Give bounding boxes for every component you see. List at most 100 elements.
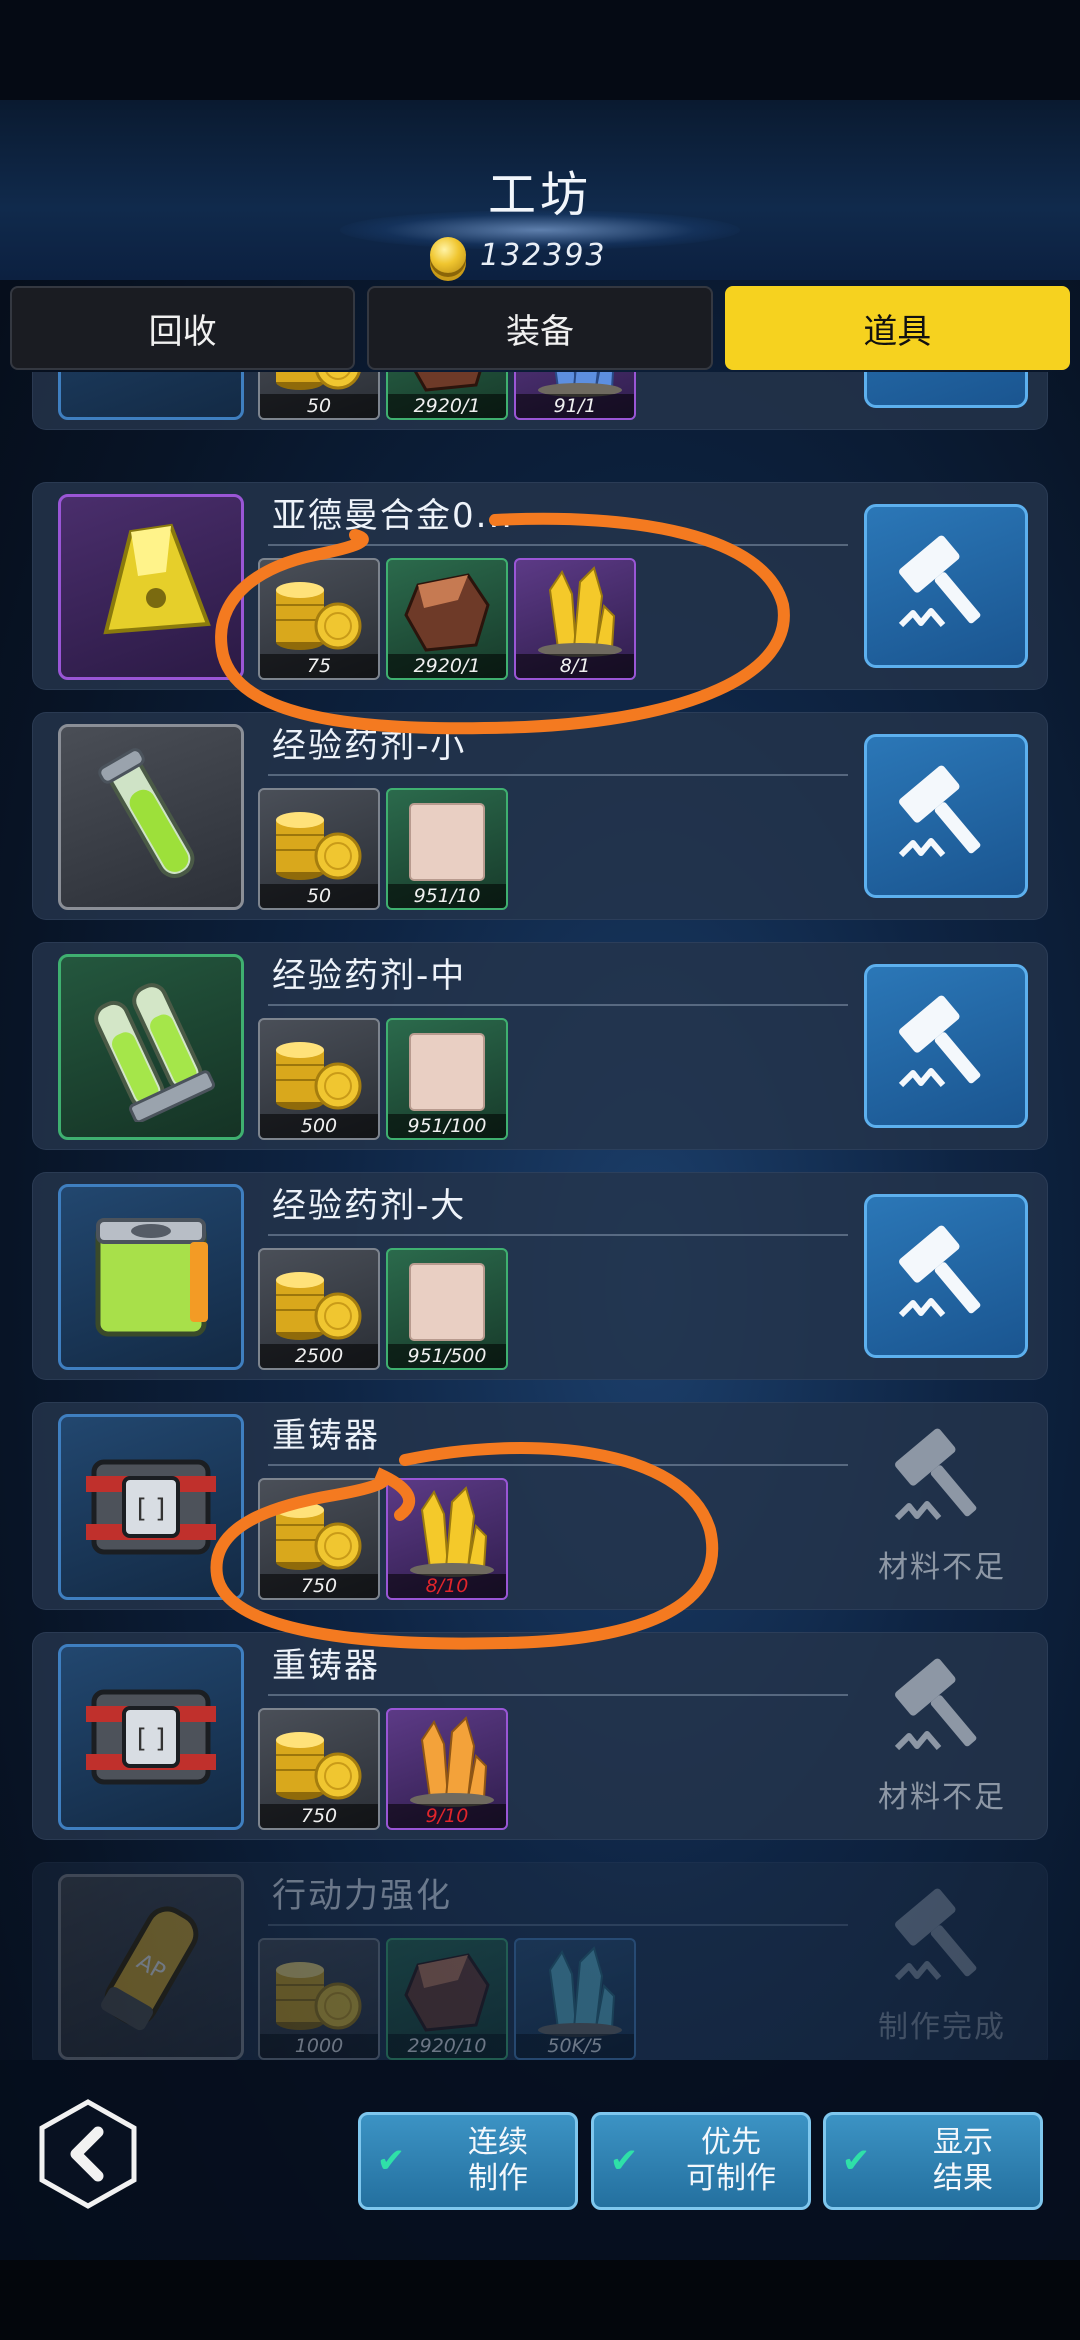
material-count: 2920/10 [388,2034,506,2058]
craft-status-label: 制作完成 [878,2010,1006,2045]
coin-material-icon[interactable]: 50 [258,372,380,420]
hammer-icon [891,1219,1001,1333]
tab-equipment[interactable]: 装备 [367,286,713,370]
divider [268,1694,848,1696]
hammer-icon [891,759,1001,873]
option-label-line1: 优先 [701,2125,761,2160]
craft-button[interactable] [864,964,1028,1128]
material-count: 50K/5 [516,2034,634,2058]
material-count: 91/1 [516,394,634,418]
svg-text:[ ]: [ ] [137,1494,166,1524]
status-bar [0,0,1080,100]
nav-bar [0,2260,1080,2340]
recipe-row[interactable]: 经验药剂-中 500 951/100 [32,942,1048,1150]
exp-potion-large-icon[interactable] [58,1184,244,1370]
craft-button[interactable] [864,734,1028,898]
recipe-row[interactable]: [ ] 重铸器 750 9/10 材料不足 [32,1632,1048,1840]
material-count: 2920/1 [388,654,506,678]
coin-material-icon[interactable]: 750 [258,1478,380,1600]
craft-status-label: 材料不足 [878,1550,1006,1585]
ore-material-icon[interactable]: 2920/10 [386,1938,508,2060]
hammer-icon [891,989,1001,1103]
ap-booster-icon[interactable]: AP [58,1874,244,2060]
recipe-list[interactable]: 50 2920/1 91/1 亚德曼合金0... 75 2920/1 8/1 经验药剂-小 50… [0,372,1080,2060]
recipe-name: 行动力强化 [272,1876,452,1916]
checkmark-icon: ✔ [376,2141,406,2181]
back-button[interactable] [36,2098,140,2210]
option-show-result[interactable]: ✔ 显示 结果 [823,2112,1043,2210]
tab-items[interactable]: 道具 [724,286,1070,370]
crystal-teal-material-icon[interactable]: 50K/5 [514,1938,636,2060]
material-count: 75 [260,654,378,678]
coin-material-icon[interactable]: 500 [258,1018,380,1140]
cube-material-icon[interactable]: 951/500 [386,1248,508,1370]
material-list: 75 2920/1 8/1 [258,558,636,680]
craft-button[interactable] [864,1194,1028,1358]
material-count: 750 [260,1804,378,1828]
alloy-ingot-icon[interactable] [58,494,244,680]
material-count: 750 [260,1574,378,1598]
recipe-row[interactable]: AP 行动力强化 1000 2920/10 50K/5 制作完成 [32,1862,1048,2060]
coin-material-icon[interactable]: 50 [258,788,380,910]
hammer-icon [887,1882,997,1996]
craft-status-label: 材料不足 [878,1780,1006,1815]
option-label-line1: 显示 [933,2125,993,2160]
cube-material-icon[interactable]: 951/100 [386,1018,508,1140]
recipe-name: 经验药剂-小 [272,726,467,766]
ore-material-icon[interactable]: 2920/1 [386,372,508,420]
divider [268,1924,848,1926]
recipe-name: 经验药剂-中 [272,956,467,996]
crystal-yellow-material-icon[interactable]: 8/1 [514,558,636,680]
material-count: 951/500 [388,1344,506,1368]
material-count: 50 [260,394,378,418]
cube-material-icon[interactable]: 951/10 [386,788,508,910]
recipe-name: 经验药剂-大 [272,1186,467,1226]
recipe-name: 重铸器 [272,1646,380,1686]
ore-material-icon[interactable]: 2920/1 [386,558,508,680]
back-arrow-icon [39,2099,137,2209]
craft-button[interactable] [864,372,1028,408]
hammer-icon [891,529,1001,643]
reforger-icon[interactable]: [ ] [58,1414,244,1600]
crystal-item-icon[interactable] [58,372,244,420]
material-list: 50 951/10 [258,788,508,910]
material-count: 2500 [260,1344,378,1368]
material-list: 750 9/10 [258,1708,508,1830]
hammer-icon [891,372,1001,383]
tab-recycle[interactable]: 回收 [10,286,356,370]
divider [268,1004,848,1006]
option-priority-craftable[interactable]: ✔ 优先 可制作 [591,2112,811,2210]
option-label-line2: 制作 [468,2161,528,2196]
craft-button-disabled: 材料不足 [832,1652,1052,1822]
craft-done-indicator: 制作完成 [832,1882,1052,2052]
material-list: 750 8/10 [258,1478,508,1600]
coin-material-icon[interactable]: 2500 [258,1248,380,1370]
craft-button[interactable] [864,504,1028,668]
recipe-row[interactable]: 经验药剂-小 50 951/10 [32,712,1048,920]
exp-potion-small-icon[interactable] [58,724,244,910]
option-continuous-craft[interactable]: ✔ 连续 制作 [358,2112,578,2210]
exp-potion-medium-icon[interactable] [58,954,244,1140]
crystal-blue-material-icon[interactable]: 91/1 [514,372,636,420]
crystal-yellow-material-icon[interactable]: 8/10 [386,1478,508,1600]
recipe-row[interactable]: 亚德曼合金0... 75 2920/1 8/1 [32,482,1048,690]
divider [268,1464,848,1466]
coin-material-icon[interactable]: 1000 [258,1938,380,2060]
material-list: 2500 951/500 [258,1248,508,1370]
checkmark-icon: ✔ [841,2141,871,2181]
material-list: 1000 2920/10 50K/5 [258,1938,636,2060]
coin-material-icon[interactable]: 750 [258,1708,380,1830]
material-count: 9/10 [388,1804,506,1828]
recipe-row[interactable]: [ ] 重铸器 750 8/10 材料不足 [32,1402,1048,1610]
checkmark-icon: ✔ [609,2141,639,2181]
recipe-name: 重铸器 [272,1416,380,1456]
coin-material-icon[interactable]: 75 [258,558,380,680]
tab-bar: 回收 装备 道具 [10,286,1070,370]
svg-text:[ ]: [ ] [137,1724,166,1754]
reforger-icon[interactable]: [ ] [58,1644,244,1830]
recipe-row[interactable]: 50 2920/1 91/1 [32,372,1048,430]
material-count: 1000 [260,2034,378,2058]
recipe-row[interactable]: 经验药剂-大 2500 951/500 [32,1172,1048,1380]
material-count: 8/10 [388,1574,506,1598]
crystal-orange-material-icon[interactable]: 9/10 [386,1708,508,1830]
